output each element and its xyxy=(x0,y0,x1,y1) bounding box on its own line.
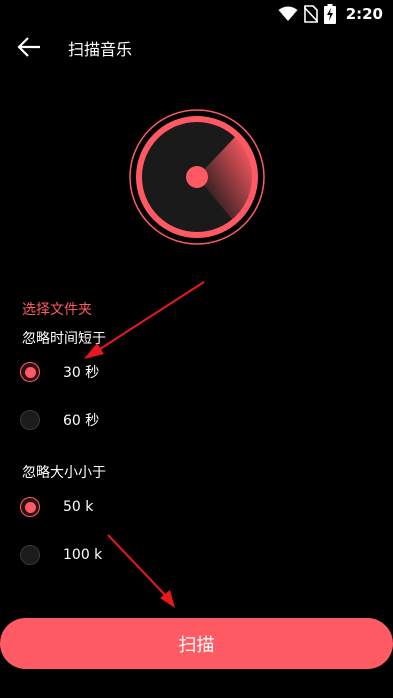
radio-label: 50 k xyxy=(63,499,94,515)
battery-charging-icon xyxy=(323,4,336,24)
radio-label: 30 秒 xyxy=(63,365,100,381)
size-option-50k[interactable]: 50 k xyxy=(20,494,220,520)
select-folder-link[interactable]: 选择文件夹 xyxy=(22,299,92,319)
app-bar: 扫描音乐 xyxy=(0,26,393,68)
page-title: 扫描音乐 xyxy=(68,40,133,59)
duration-option-30s[interactable]: 30 秒 xyxy=(20,359,220,385)
duration-filter-label: 忽略时间短于 xyxy=(22,331,106,347)
radar-icon xyxy=(129,109,265,245)
status-time: 2:20 xyxy=(345,5,383,23)
arrow-left-icon xyxy=(17,37,40,57)
status-icons: 2:20 xyxy=(278,4,383,24)
radio-label: 100 k xyxy=(63,547,103,563)
radio-button-checked[interactable] xyxy=(20,362,40,382)
scan-music-screen: 2:20 扫描音乐 选择文件夹 忽略时间短于 30 秒 60 秒 忽略大小小于 … xyxy=(0,0,393,698)
scan-button[interactable]: 扫描 xyxy=(0,618,393,669)
radio-label: 60 秒 xyxy=(63,413,100,429)
size-filter-label: 忽略大小小于 xyxy=(22,465,106,481)
wifi-icon xyxy=(278,6,298,21)
radio-button[interactable] xyxy=(20,410,40,430)
duration-option-60s[interactable]: 60 秒 xyxy=(20,407,220,433)
annotation-arrows xyxy=(84,281,205,608)
size-option-100k[interactable]: 100 k xyxy=(20,542,220,568)
back-button[interactable] xyxy=(14,34,44,60)
radio-button[interactable] xyxy=(20,545,40,565)
status-bar: 2:20 xyxy=(0,0,393,26)
no-sim-icon xyxy=(303,5,318,23)
radio-button-checked[interactable] xyxy=(20,497,40,517)
